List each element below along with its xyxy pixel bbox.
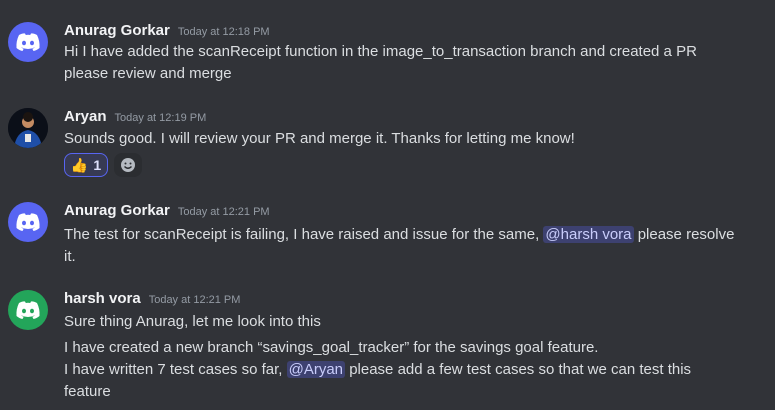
timestamp: Today at 12:19 PM: [114, 112, 207, 124]
user-photo-icon: [8, 108, 48, 148]
message-text: Hi I have added the scanReceipt function…: [64, 43, 697, 60]
thumbs-up-reaction[interactable]: 👍 1: [64, 153, 108, 177]
timestamp: Today at 12:21 PM: [177, 206, 270, 218]
message-text: feature: [64, 383, 111, 400]
author-name[interactable]: harsh vora: [64, 290, 141, 307]
avatar[interactable]: [8, 290, 48, 330]
message-text: The test for scanReceipt is failing, I h…: [64, 224, 764, 245]
message-text: I have written 7 test cases so far, @Ary…: [64, 359, 764, 380]
message-text-segment: I have written 7 test cases so far,: [64, 361, 287, 378]
message-text: Sounds good. I will review your PR and m…: [64, 130, 575, 147]
discord-logo-icon: [16, 213, 40, 231]
user-mention[interactable]: @Aryan: [286, 361, 346, 378]
reaction-count: 1: [93, 157, 102, 173]
chat-messages: Anurag Gorkar Today at 12:18 PM Hi I hav…: [0, 0, 775, 410]
author-name[interactable]: Anurag Gorkar: [64, 202, 170, 219]
discord-logo-icon: [16, 301, 40, 319]
discord-logo-icon: [16, 33, 40, 51]
message-text: Sure thing Anurag, let me look into this: [64, 313, 321, 330]
thumbs-up-icon: 👍: [70, 156, 89, 173]
timestamp: Today at 12:18 PM: [177, 26, 270, 38]
message-text-segment: The test for scanReceipt is failing, I h…: [64, 226, 544, 243]
message-text: please review and merge: [64, 65, 232, 82]
message-text: I have created a new branch “savings_goa…: [64, 339, 599, 356]
avatar[interactable]: [8, 202, 48, 242]
author-name[interactable]: Aryan: [64, 108, 107, 125]
user-mention[interactable]: @harsh vora: [543, 226, 634, 243]
message-text: it.: [64, 248, 76, 265]
avatar[interactable]: [8, 22, 48, 62]
smiley-icon: [121, 158, 135, 172]
timestamp: Today at 12:21 PM: [148, 294, 241, 306]
author-name[interactable]: Anurag Gorkar: [64, 22, 170, 39]
add-reaction-button[interactable]: [114, 153, 142, 177]
message-text-segment: please add a few test cases so that we c…: [345, 361, 692, 378]
message-text-segment: please resolve: [633, 226, 735, 243]
avatar[interactable]: [8, 108, 48, 148]
